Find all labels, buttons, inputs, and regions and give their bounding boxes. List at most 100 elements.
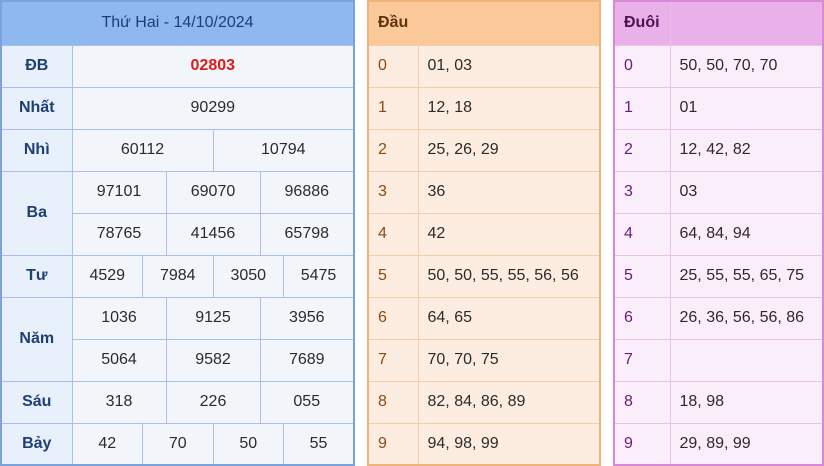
head-row: 4 42: [368, 213, 600, 256]
head-row: 6 64, 65: [368, 297, 600, 340]
prize-value: 41456: [165, 212, 261, 256]
head-row: 8 82, 84, 86, 89: [368, 381, 600, 424]
head-digit: 6: [368, 297, 419, 340]
head-row: 0 01, 03: [368, 45, 600, 88]
prize-value: 226: [165, 380, 261, 424]
tail-header-blank: [670, 1, 823, 46]
head-values: 82, 84, 86, 89: [418, 381, 600, 424]
tail-digit: 3: [614, 171, 671, 214]
head-values: 70, 70, 75: [418, 339, 600, 382]
prize-value: 7689: [259, 338, 355, 382]
head-values: 36: [418, 171, 600, 214]
prize-label-bay: Bảy: [0, 422, 73, 466]
prize-value: 78765: [71, 212, 167, 256]
tail-digit: 4: [614, 213, 671, 256]
head-table-header: Đầu: [368, 1, 600, 46]
prize-row-nhat: Nhất 90299: [0, 86, 355, 130]
prize-row-nam: Năm 1036 9125 3956: [0, 296, 355, 382]
head-values: 64, 65: [418, 297, 600, 340]
prize-value: 55: [283, 422, 355, 466]
tail-row: 1 01: [614, 87, 823, 130]
head-digit: 9: [368, 423, 419, 466]
head-row: 3 36: [368, 171, 600, 214]
tail-table-header: Đuôi: [614, 1, 823, 46]
head-row: 7 70, 70, 75: [368, 339, 600, 382]
prize-value: 5064: [71, 338, 167, 382]
prize-label-sau: Sáu: [0, 380, 73, 424]
prize-value: 5475: [283, 254, 355, 298]
tail-digit: 7: [614, 339, 671, 382]
head-values: 01, 03: [418, 45, 600, 88]
head-header-label: Đầu: [368, 1, 419, 46]
prize-row-db: ĐB 02803: [0, 44, 355, 88]
prize-row-tu: Tư 4529 7984 3050 5475: [0, 254, 355, 298]
head-digit: 0: [368, 45, 419, 88]
prize-value: 3050: [212, 254, 284, 298]
result-date-title: Thứ Hai - 14/10/2024: [0, 0, 355, 46]
tail-digit: 5: [614, 255, 671, 298]
prize-value: 3956: [259, 296, 355, 340]
prize-value: 1036: [71, 296, 167, 340]
head-row: 2 25, 26, 29: [368, 129, 600, 172]
tail-values: 26, 36, 56, 56, 86: [670, 297, 823, 340]
prize-value: 7984: [142, 254, 214, 298]
head-values: 12, 18: [418, 87, 600, 130]
head-digit: 2: [368, 129, 419, 172]
tail-digit: 9: [614, 423, 671, 466]
tail-row: 4 64, 84, 94: [614, 213, 823, 256]
tail-row: 6 26, 36, 56, 56, 86: [614, 297, 823, 340]
head-digit: 8: [368, 381, 419, 424]
tail-row: 3 03: [614, 171, 823, 214]
prize-value: 055: [259, 380, 355, 424]
head-digit: 7: [368, 339, 419, 382]
prize-row-nhi: Nhì 60112 10794: [0, 128, 355, 172]
prize-value: 60112: [71, 128, 214, 172]
head-values: 42: [418, 213, 600, 256]
prize-label-db: ĐB: [0, 44, 73, 88]
tail-digit: 0: [614, 45, 671, 88]
prize-label-ba: Ba: [0, 170, 73, 256]
head-row: 9 94, 98, 99: [368, 423, 600, 466]
tail-row: 5 25, 55, 55, 65, 75: [614, 255, 823, 298]
tail-digit: 1: [614, 87, 671, 130]
prize-value: 65798: [259, 212, 355, 256]
tail-values: 29, 89, 99: [670, 423, 823, 466]
tail-digit: 8: [614, 381, 671, 424]
head-digit-table: Đầu 0 01, 03 1 12, 18 2 25, 26, 29 3 36 4 42 …: [367, 0, 601, 466]
head-values: 94, 98, 99: [418, 423, 600, 466]
prize-value: 10794: [212, 128, 355, 172]
tail-values: 64, 84, 94: [670, 213, 823, 256]
prize-value: 4529: [71, 254, 143, 298]
prize-value: 69070: [165, 170, 261, 214]
tail-values: [670, 339, 823, 382]
tail-values: 03: [670, 171, 823, 214]
prize-value: 9125: [165, 296, 261, 340]
tail-values: 18, 98: [670, 381, 823, 424]
prize-value: 42: [71, 422, 143, 466]
tail-header-label: Đuôi: [614, 1, 671, 46]
prize-row-sau: Sáu 318 226 055: [0, 380, 355, 424]
tail-values: 01: [670, 87, 823, 130]
prize-label-nam: Năm: [0, 296, 73, 382]
prize-label-nhat: Nhất: [0, 86, 73, 130]
lottery-result-table: Thứ Hai - 14/10/2024 ĐB 02803 Nhất 90299…: [0, 0, 356, 466]
prize-value: 318: [71, 380, 167, 424]
tail-digit-table: Đuôi 0 50, 50, 70, 70 1 01 2 12, 42, 82 3 03…: [613, 0, 824, 466]
head-digit: 4: [368, 213, 419, 256]
head-values: 50, 50, 55, 55, 56, 56: [418, 255, 600, 298]
prize-value: 96886: [259, 170, 355, 214]
prize-row-bay: Bảy 42 70 50 55: [0, 422, 355, 466]
prize-value: 50: [212, 422, 284, 466]
head-digit: 1: [368, 87, 419, 130]
special-prize-value: 02803: [71, 44, 355, 88]
tail-digit: 2: [614, 129, 671, 172]
tail-row: 7: [614, 339, 823, 382]
prize-row-ba: Ba 97101 69070 96886: [0, 170, 355, 256]
tail-row: 8 18, 98: [614, 381, 823, 424]
head-digit: 5: [368, 255, 419, 298]
prize-value: 70: [142, 422, 214, 466]
head-row: 1 12, 18: [368, 87, 600, 130]
tail-values: 12, 42, 82: [670, 129, 823, 172]
tail-values: 50, 50, 70, 70: [670, 45, 823, 88]
tail-values: 25, 55, 55, 65, 75: [670, 255, 823, 298]
